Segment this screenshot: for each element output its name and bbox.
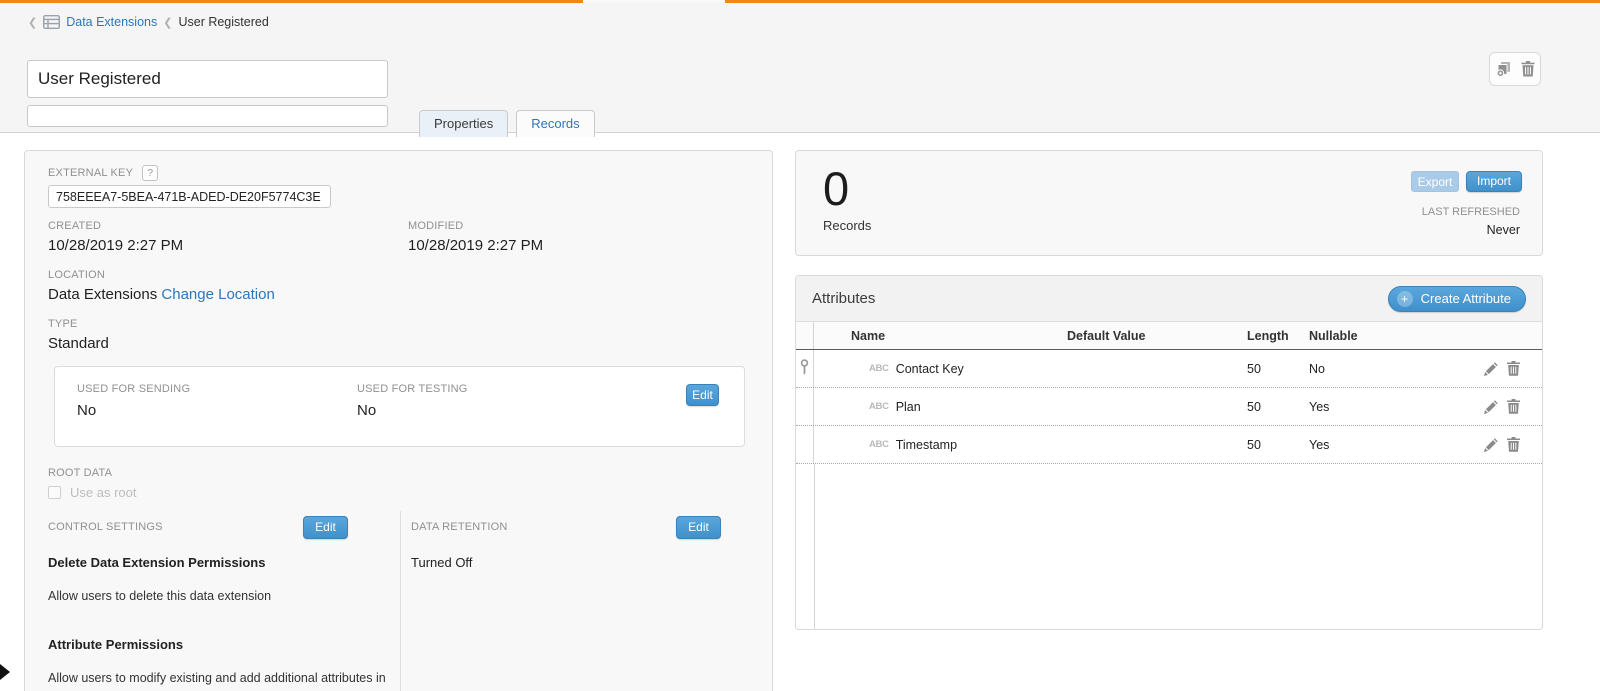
primary-key-cell	[796, 426, 814, 463]
data-extension-properties-page: ❮ Data Extensions ❮ User Registered Prop…	[0, 0, 1600, 691]
attribute-name: Timestamp	[896, 438, 957, 452]
tab-bar: Properties Records	[419, 110, 595, 137]
export-button[interactable]: Export	[1411, 171, 1459, 192]
data-retention-label: DATA RETENTION	[411, 521, 508, 533]
page-header: ❮ Data Extensions ❮ User Registered Prop…	[0, 3, 1600, 133]
delete-attribute-icon[interactable]	[1507, 361, 1520, 376]
text-type-icon: ABC	[869, 401, 889, 412]
extension-description-input[interactable]	[27, 105, 388, 127]
type-value: Standard	[48, 335, 109, 352]
edit-attribute-icon[interactable]	[1484, 438, 1498, 452]
primary-key-cell	[796, 388, 814, 425]
location-label: LOCATION	[48, 269, 105, 281]
breadcrumb-parent-link[interactable]: Data Extensions	[66, 15, 157, 29]
primary-key-icon	[800, 359, 809, 379]
column-header-default-value: Default Value	[1064, 329, 1244, 343]
attribute-length: 50	[1244, 438, 1306, 452]
attribute-nullable: Yes	[1306, 438, 1476, 452]
tab-records[interactable]: Records	[516, 110, 594, 137]
column-header-name: Name	[814, 329, 1064, 343]
text-type-icon: ABC	[869, 439, 889, 450]
attribute-row: ABC Contact Key 50No	[796, 350, 1542, 388]
created-value: 10/28/2019 2:27 PM	[48, 237, 183, 254]
edit-attribute-icon[interactable]	[1484, 400, 1498, 414]
delete-permissions-desc: Allow users to delete this data extensio…	[48, 589, 271, 603]
attribute-row: ABC Plan 50Yes	[796, 388, 1542, 426]
key-column-header	[796, 322, 814, 349]
breadcrumb-back-icon[interactable]: ❮	[28, 16, 37, 29]
breadcrumb: ❮ Data Extensions ❮ User Registered	[28, 12, 269, 32]
extension-name-input[interactable]	[27, 60, 388, 98]
control-settings-edit-button[interactable]: Edit	[303, 516, 348, 539]
created-label: CREATED	[48, 220, 101, 232]
use-as-root-checkbox[interactable]	[48, 486, 61, 499]
breadcrumb-separator-icon: ❮	[163, 16, 172, 29]
import-button[interactable]: Import	[1466, 171, 1522, 192]
data-retention-value: Turned Off	[411, 555, 472, 570]
attributes-table: Name Default Value Length Nullable ABC Co…	[796, 322, 1542, 630]
record-count: 0	[823, 161, 849, 216]
record-count-label: Records	[823, 218, 871, 233]
delete-icon[interactable]	[1521, 61, 1535, 77]
properties-panel: EXTERNAL KEY ? CREATED 10/28/2019 2:27 P…	[24, 150, 773, 691]
create-attribute-label: Create Attribute	[1421, 287, 1511, 311]
text-type-icon: ABC	[869, 363, 889, 374]
attributes-panel: Attributes + Create Attribute Name Defau…	[795, 275, 1543, 630]
edit-attribute-icon[interactable]	[1484, 362, 1498, 376]
attributes-table-rows: ABCContact Key50NoABCPlan50YesABCTimesta…	[796, 350, 1542, 464]
attribute-name: Contact Key	[896, 362, 964, 376]
plus-icon: +	[1397, 291, 1413, 307]
type-label: TYPE	[48, 318, 78, 330]
delete-attribute-icon[interactable]	[1507, 399, 1520, 414]
last-refreshed-value: Never	[1487, 223, 1520, 237]
settings-divider	[400, 511, 401, 691]
delete-attribute-icon[interactable]	[1507, 437, 1520, 452]
primary-key-cell	[796, 350, 814, 387]
used-for-testing-value: No	[357, 402, 376, 419]
attribute-name: Plan	[896, 400, 921, 414]
attributes-header: Attributes + Create Attribute	[796, 276, 1542, 322]
attribute-row: ABC Timestamp 50Yes	[796, 426, 1542, 464]
usage-edit-button[interactable]: Edit	[686, 384, 719, 406]
create-attribute-button[interactable]: + Create Attribute	[1388, 286, 1526, 312]
used-for-testing-label: USED FOR TESTING	[357, 383, 468, 395]
location-value: Data Extensions	[48, 286, 157, 303]
external-key-label: EXTERNAL KEY	[48, 167, 133, 179]
modified-label: MODIFIED	[408, 220, 463, 232]
attributes-table-empty-area	[796, 464, 1542, 630]
records-panel: 0 Records Export Import LAST REFRESHED N…	[795, 150, 1543, 256]
attribute-nullable: No	[1306, 362, 1476, 376]
header-action-bar	[1489, 52, 1541, 86]
control-settings-label: CONTROL SETTINGS	[48, 521, 163, 533]
modified-value: 10/28/2019 2:27 PM	[408, 237, 543, 254]
root-data-label: ROOT DATA	[48, 467, 112, 479]
breadcrumb-current: User Registered	[178, 15, 268, 29]
attribute-nullable: Yes	[1306, 400, 1476, 414]
use-as-root-label: Use as root	[70, 485, 136, 500]
delete-permissions-title: Delete Data Extension Permissions	[48, 555, 265, 570]
tab-properties[interactable]: Properties	[419, 110, 508, 137]
used-for-sending-value: No	[77, 402, 96, 419]
data-retention-edit-button[interactable]: Edit	[676, 516, 721, 539]
attribute-length: 50	[1244, 400, 1306, 414]
used-for-sending-label: USED FOR SENDING	[77, 383, 190, 395]
external-key-input[interactable]	[48, 185, 331, 208]
sidebar-expand-arrow-icon[interactable]	[0, 664, 10, 680]
column-header-length: Length	[1244, 329, 1306, 343]
attribute-permissions-desc: Allow users to modify existing and add a…	[48, 671, 386, 685]
help-icon[interactable]: ?	[142, 165, 158, 181]
data-extensions-grid-icon	[43, 15, 60, 29]
change-location-link[interactable]: Change Location	[161, 286, 274, 303]
usage-box: USED FOR SENDING No USED FOR TESTING No …	[54, 366, 745, 447]
column-header-nullable: Nullable	[1306, 329, 1476, 343]
attributes-title: Attributes	[812, 290, 875, 307]
duplicate-icon[interactable]	[1495, 61, 1512, 77]
attributes-table-header: Name Default Value Length Nullable	[796, 322, 1542, 350]
attribute-permissions-title: Attribute Permissions	[48, 637, 183, 652]
attribute-length: 50	[1244, 362, 1306, 376]
last-refreshed-label: LAST REFRESHED	[1422, 206, 1520, 218]
